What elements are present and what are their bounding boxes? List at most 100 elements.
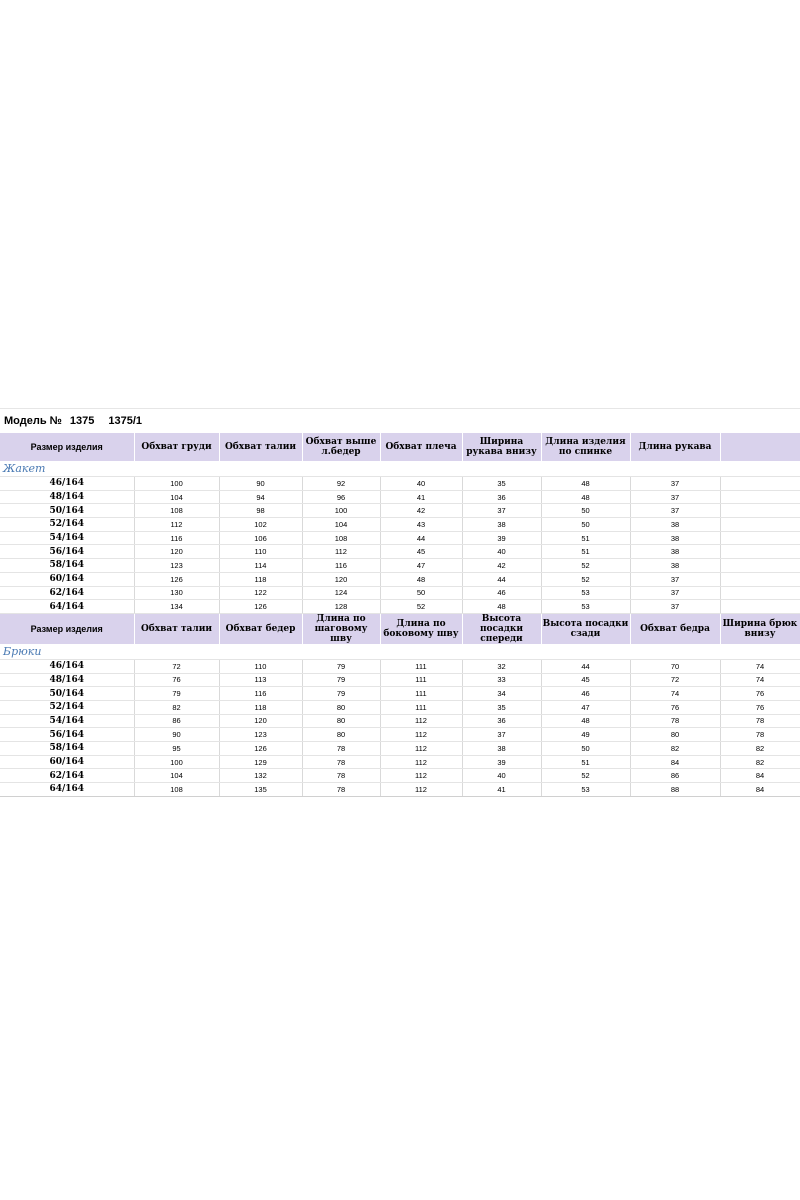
- value-cell: 135: [219, 782, 303, 797]
- table-row: 60/164 100 129 78 112 39 51 84 82: [0, 755, 800, 770]
- value-cell: 116: [134, 531, 220, 546]
- model-title-row: Модель № 1375 1375/1: [0, 408, 800, 433]
- table-row: 62/164 104 132 78 112 40 52 86 84: [0, 768, 800, 784]
- size-cell: 64/164: [0, 599, 135, 614]
- value-cell: 48: [541, 714, 631, 729]
- value-cell: 95: [134, 741, 220, 756]
- table-row: 50/164 108 98 100 42 37 50 37: [0, 503, 800, 519]
- value-cell: 52: [541, 768, 631, 784]
- value-cell: 48: [541, 476, 631, 491]
- value-cell: 84: [720, 782, 800, 797]
- column-header: Длина по боковому шву: [380, 613, 463, 644]
- value-cell: 128: [302, 599, 381, 614]
- value-cell: 36: [462, 714, 542, 729]
- value-cell: 37: [462, 503, 542, 519]
- value-cell: 39: [462, 531, 542, 546]
- value-cell: 111: [380, 659, 463, 674]
- value-cell: 112: [380, 755, 463, 770]
- column-header: Обхват бедра: [630, 613, 721, 644]
- table-row: 48/164 104 94 96 41 36 48 37: [0, 490, 800, 505]
- jacket-section-row: Жакет: [0, 461, 800, 477]
- size-chart-sheet: Модель № 1375 1375/1 Размер изделия Обхва…: [0, 408, 800, 797]
- value-cell: 44: [462, 572, 542, 587]
- table-row: 48/164 76 113 79 111 33 45 72 74: [0, 673, 800, 688]
- value-cell: 80: [630, 727, 721, 742]
- value-cell: 110: [219, 659, 303, 674]
- value-cell: 52: [541, 572, 631, 587]
- size-cell: 62/164: [0, 768, 135, 784]
- value-cell: 108: [134, 782, 220, 797]
- column-header: Обхват груди: [134, 433, 220, 461]
- empty-cell: [541, 461, 630, 477]
- value-cell: 126: [219, 741, 303, 756]
- empty-cell: [720, 643, 800, 660]
- value-cell: 102: [219, 517, 303, 532]
- value-cell: 79: [302, 673, 381, 688]
- size-cell: 50/164: [0, 503, 135, 519]
- value-cell: 41: [462, 782, 542, 797]
- value-cell: 80: [302, 727, 381, 742]
- empty-cell: [302, 643, 380, 660]
- table-row: 52/164 112 102 104 43 38 50 38: [0, 517, 800, 532]
- section-title: Жакет: [0, 461, 134, 477]
- jacket-header-row: Размер изделия Обхват груди Обхват талии Об…: [0, 433, 800, 461]
- value-cell: 78: [302, 782, 381, 797]
- value-cell: 49: [541, 727, 631, 742]
- empty-cell: [720, 461, 800, 477]
- value-cell: 112: [380, 741, 463, 756]
- table-row: 62/164 130 122 124 50 46 53 37: [0, 586, 800, 601]
- empty-cell: [302, 461, 380, 477]
- value-cell: 44: [541, 659, 631, 674]
- value-cell: 84: [720, 768, 800, 784]
- value-cell: 79: [134, 686, 220, 701]
- empty-cell: [134, 461, 219, 477]
- value-cell: 79: [302, 686, 381, 701]
- value-cell: 100: [302, 503, 381, 519]
- value-cell: 106: [219, 531, 303, 546]
- value-cell: 122: [219, 586, 303, 601]
- value-cell: 52: [380, 599, 463, 614]
- table-row: 60/164 126 118 120 48 44 52 37: [0, 572, 800, 587]
- value-cell: 35: [462, 476, 542, 491]
- empty-cell: [462, 461, 541, 477]
- value-cell: [720, 517, 800, 532]
- value-cell: 52: [541, 558, 631, 573]
- value-cell: 82: [134, 700, 220, 715]
- trousers-table-body: Размер изделия Обхват талии Обхват бедер Дл…: [0, 613, 800, 797]
- value-cell: 38: [462, 741, 542, 756]
- value-cell: 74: [720, 659, 800, 674]
- value-cell: 37: [630, 490, 721, 505]
- value-cell: 113: [219, 673, 303, 688]
- empty-cell: [219, 461, 302, 477]
- value-cell: 37: [630, 586, 721, 601]
- value-cell: 42: [380, 503, 463, 519]
- size-cell: 60/164: [0, 755, 135, 770]
- column-header: Длина рукава: [630, 433, 721, 461]
- value-cell: 37: [462, 727, 542, 742]
- value-cell: 114: [219, 558, 303, 573]
- value-cell: 50: [380, 586, 463, 601]
- value-cell: 48: [462, 599, 542, 614]
- value-cell: 88: [630, 782, 721, 797]
- value-cell: 50: [541, 517, 631, 532]
- table-row: 46/164 72 110 79 111 32 44 70 74: [0, 659, 800, 674]
- value-cell: 72: [630, 673, 721, 688]
- value-cell: 38: [462, 517, 542, 532]
- value-cell: 37: [630, 572, 721, 587]
- size-cell: 48/164: [0, 673, 135, 688]
- size-cell: 52/164: [0, 700, 135, 715]
- value-cell: 78: [302, 768, 381, 784]
- column-header: Обхват талии: [219, 433, 303, 461]
- value-cell: 46: [462, 586, 542, 601]
- value-cell: 50: [541, 503, 631, 519]
- value-cell: 78: [720, 727, 800, 742]
- table-row: 58/164 95 126 78 112 38 50 82 82: [0, 741, 800, 756]
- value-cell: 37: [630, 599, 721, 614]
- value-cell: 90: [134, 727, 220, 742]
- value-cell: 53: [541, 599, 631, 614]
- size-cell: 56/164: [0, 544, 135, 560]
- value-cell: 51: [541, 544, 631, 560]
- value-cell: 120: [302, 572, 381, 587]
- value-cell: 78: [630, 714, 721, 729]
- value-cell: 104: [134, 768, 220, 784]
